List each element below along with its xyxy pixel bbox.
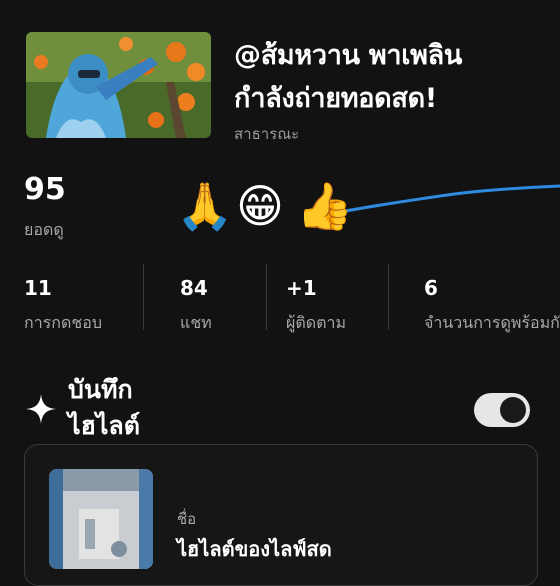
grin-emoji-icon: 😁: [236, 179, 284, 233]
stat-value: 11: [24, 276, 52, 300]
thumbs-up-emoji-icon: 👍: [296, 179, 354, 233]
highlight-name-label: ชื่อ: [177, 510, 197, 528]
stat-divider: [143, 264, 144, 330]
stat-divider: [388, 264, 389, 330]
pray-emoji-icon: 🙏: [176, 179, 234, 233]
highlight-thumbnail: [49, 469, 153, 569]
stat-followers: +1 ผู้ติดตาม: [286, 276, 346, 336]
stat-peak-viewers: 6 จำนวนการดูพร้อมกันสูงสุด: [424, 276, 560, 336]
stat-value: +1: [286, 276, 317, 300]
stream-thumbnail: [26, 32, 211, 138]
stat-label: ผู้ติดตาม: [286, 313, 347, 332]
privacy-label: สาธารณะ: [234, 125, 300, 143]
views-label: ยอดดู: [24, 220, 64, 239]
stat-likes: 11 การกดชอบ: [24, 276, 102, 336]
highlight-title-line2: ไฮไลต์: [68, 411, 140, 440]
stat-label: แชท: [180, 313, 212, 332]
viewer-trend-line: [330, 184, 560, 216]
stat-label: จำนวนการดูพร้อมกันสูงสุด: [424, 313, 560, 332]
sparkle-icon: [26, 394, 56, 424]
highlight-title-line1: บันทึก: [68, 375, 133, 404]
highlight-section-title: บันทึก ไฮไลต์: [68, 372, 140, 444]
stream-title-line2: กำลังถ่ายทอดสด!: [234, 83, 437, 114]
highlight-card[interactable]: ชื่อ ไฮไลต์ของไลฟ์สด: [24, 444, 538, 586]
stat-label: การกดชอบ: [24, 313, 102, 332]
toggle-knob: [500, 397, 526, 423]
highlight-name-value[interactable]: ไฮไลต์ของไลฟ์สด: [177, 533, 332, 565]
stream-title: @ส้มหวาน พาเพลิน กำลังถ่ายทอดสด!: [234, 34, 554, 120]
stream-title-line1: @ส้มหวาน พาเพลิน: [234, 40, 463, 71]
highlight-toggle[interactable]: [474, 393, 530, 427]
stat-chats: 84 แชท: [180, 276, 212, 336]
views-count: 95: [24, 172, 66, 207]
stat-divider: [266, 264, 267, 330]
stat-value: 6: [424, 276, 438, 300]
stat-value: 84: [180, 276, 208, 300]
